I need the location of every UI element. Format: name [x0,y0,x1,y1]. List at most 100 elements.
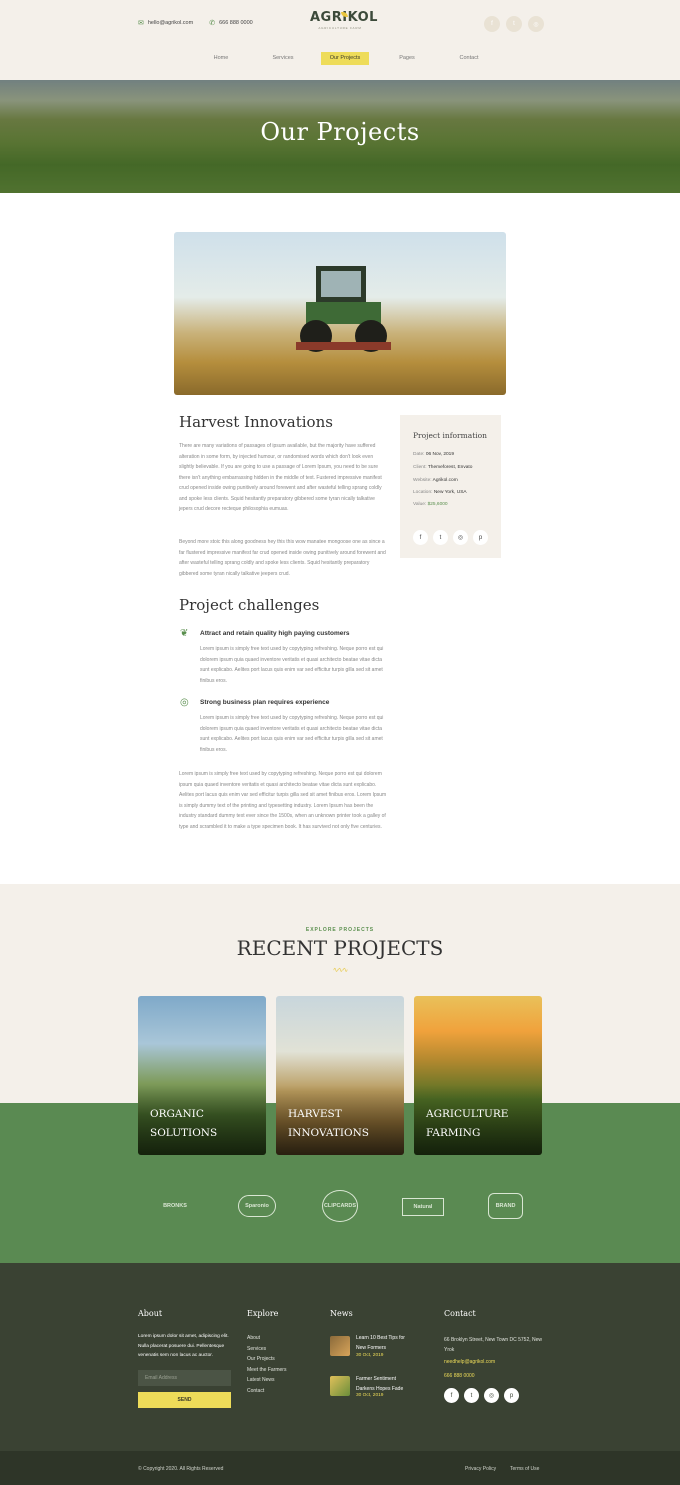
card-title-line1: AGRICULTURE [426,1108,509,1120]
footer-link-projects[interactable]: Our Projects [247,1354,286,1365]
card-title-line2: INNOVATIONS [288,1127,369,1139]
partner-logo: BRONKS [163,1203,187,1209]
challenges-title: Project challenges [179,596,320,614]
challenge-2-text: Lorem ipsum is simply free text used by … [200,715,384,753]
mail-icon: ✉ [138,20,144,27]
news-thumbnail[interactable] [330,1376,350,1396]
partner-logo: BRAND [488,1193,523,1219]
news-date: 30 Oct, 2019 [356,1393,384,1398]
logo-subtitle: AGRICULTURE FARM [318,26,362,30]
header-contacts: ✉ hello@agrikol.com ✆ 666 888 0000 [138,19,253,27]
challenge-1-text: Lorem ipsum is simply free text used by … [200,646,384,684]
project-card[interactable]: ORGANIC SOLUTIONS [138,996,266,1155]
twitter-icon[interactable]: t [506,16,522,32]
news-title[interactable]: Learn 10 Best Tips for New Formers [356,1334,416,1353]
news-thumbnail[interactable] [330,1336,350,1356]
twitter-icon[interactable]: t [464,1388,479,1403]
project-paragraph-1: There are many variations of passages of… [179,443,382,512]
partner-logo: CLIPCARDS [322,1190,358,1222]
header-social: f t ◎ [484,16,544,32]
pinterest-icon[interactable]: p [504,1388,519,1403]
footer-contact-heading: Contact [444,1309,476,1318]
footer-link-contact[interactable]: Contact [247,1386,286,1397]
info-website-value[interactable]: Agrikol.com [433,478,458,483]
zigzag-icon: ∿∿∿ [332,967,349,974]
header-phone[interactable]: ✆ 666 888 0000 [209,19,253,27]
footer-link-news[interactable]: Latest News [247,1375,286,1386]
info-value-label: Value: [413,502,427,507]
instagram-icon[interactable]: ◎ [528,16,544,32]
logo-title: AGRIKOL [310,10,378,25]
footer-phone[interactable]: 666 888 0000 [444,1373,475,1379]
pinterest-icon[interactable]: p [473,530,488,545]
footer-link-services[interactable]: Services [247,1344,286,1355]
nav-home[interactable]: Home [190,52,252,65]
privacy-link[interactable]: Privacy Policy [465,1466,496,1472]
footer-about-heading: About [138,1309,163,1318]
footer-bottom-bar [0,1451,680,1485]
info-value: Value: $25,6000 [413,502,448,507]
instagram-icon[interactable]: ◎ [484,1388,499,1403]
footer-link-farmers[interactable]: Meet the Farmers [247,1365,286,1376]
project-image [174,232,506,395]
footer-links: About Services Our Projects Meet the Far… [247,1333,286,1397]
card-title-line1: HARVEST [288,1108,342,1120]
facebook-icon[interactable]: f [413,530,428,545]
project-info-title: Project information [413,431,487,440]
facebook-icon[interactable]: f [444,1388,459,1403]
leaf-icon: ❦ [180,628,189,639]
card-title: HARVEST INNOVATIONS [288,1105,369,1143]
site-logo[interactable]: AGRIKOL AGRICULTURE FARM [310,10,378,30]
nav-pages[interactable]: Pages [376,52,438,65]
page-title: Our Projects [260,118,420,146]
footer-news-heading: News [330,1309,353,1318]
newsletter-send-button[interactable]: SEND [138,1392,231,1408]
info-date-label: Date: [413,452,425,457]
news-date: 30 Oct, 2019 [356,1353,384,1358]
challenge-2-title: Strong business plan requires experience [200,699,330,706]
instagram-icon[interactable]: ◎ [453,530,468,545]
twitter-icon[interactable]: t [433,530,448,545]
info-location-label: Location: [413,490,433,495]
nav-services[interactable]: Services [252,52,314,65]
project-card[interactable]: HARVEST INNOVATIONS [276,996,404,1155]
footer-explore-heading: Explore [247,1309,279,1318]
newsletter-email-input[interactable]: Email Address [138,1370,231,1386]
info-date-value: 06 Nov, 2019 [425,452,454,457]
info-date: Date: 06 Nov, 2019 [413,452,454,457]
footer-social: f t ◎ p [444,1388,519,1403]
info-value-amount: $25,6000 [427,502,448,507]
info-location-value: New York, USA [433,490,467,495]
nav-contact[interactable]: Contact [438,52,500,65]
footer-link-about[interactable]: About [247,1333,286,1344]
partner-logo: Natural [402,1198,444,1216]
card-title-line2: FARMING [426,1127,481,1139]
info-website-label: Website: [413,478,432,483]
info-client-value: Themeforest, Envato [427,465,473,470]
info-location: Location: New York, USA [413,490,467,495]
card-title: AGRICULTURE FARMING [426,1105,508,1143]
partner-logo: Sparonio [238,1195,276,1217]
footer-email[interactable]: needhelp@agrikol.com [444,1359,495,1365]
terms-link[interactable]: Terms of Use [510,1466,539,1472]
tractor-graphic [296,266,391,352]
project-paragraph-3: Lorem ipsum is simply free text used by … [179,771,387,830]
card-title-line1: ORGANIC [150,1108,204,1120]
site-footer [0,1263,680,1451]
header-email[interactable]: ✉ hello@agrikol.com [138,19,193,27]
copyright: © Copyright 2020. All Rights Reserved [138,1466,224,1472]
target-icon: ◎ [180,697,189,708]
project-paragraph-2: Beyond more stoic this along goodness he… [179,539,386,577]
recent-eyebrow: EXPLORE PROJECTS [305,927,375,933]
card-title: ORGANIC SOLUTIONS [150,1105,217,1143]
phone-icon: ✆ [209,20,216,27]
nav-our-projects[interactable]: Our Projects [321,52,369,65]
card-title-line2: SOLUTIONS [150,1127,218,1139]
main-nav: Home Services Our Projects Pages Contact [190,52,500,65]
project-card[interactable]: AGRICULTURE FARMING [414,996,542,1155]
recent-title: RECENT PROJECTS [236,936,444,960]
news-title[interactable]: Farmer Sentiment Darkens Hopes Fade [356,1375,416,1394]
info-client-label: Client: [413,465,427,470]
facebook-icon[interactable]: f [484,16,500,32]
footer-address: 66 Broklyn Street, New Town DC 5752, New… [444,1337,543,1353]
